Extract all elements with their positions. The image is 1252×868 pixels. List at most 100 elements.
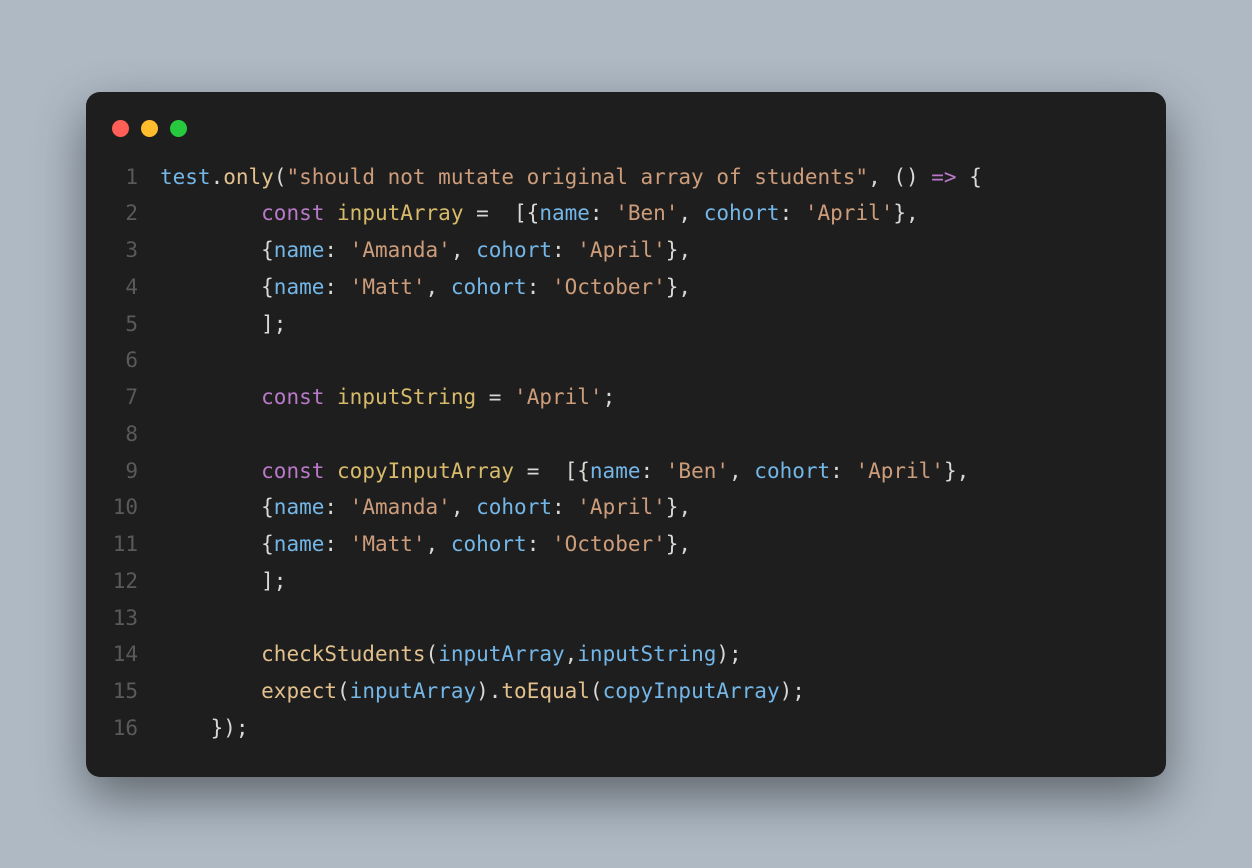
code-token: ( xyxy=(590,679,603,703)
code-token: , xyxy=(451,495,476,519)
code-line-content[interactable]: const inputString = 'April'; xyxy=(160,379,615,416)
code-token: cohort xyxy=(704,201,780,225)
code-token: . xyxy=(211,165,224,189)
code-line-content[interactable]: checkStudents(inputArray,inputString); xyxy=(160,636,742,673)
code-token: 'April' xyxy=(577,238,666,262)
minimize-icon[interactable] xyxy=(141,120,158,137)
code-token: , xyxy=(565,642,578,666)
line-number: 7 xyxy=(112,379,160,416)
code-token: const xyxy=(261,385,324,409)
line-number: 10 xyxy=(112,489,160,526)
code-line-content[interactable]: {name: 'Amanda', cohort: 'April'}, xyxy=(160,489,691,526)
code-line[interactable]: 1test.only("should not mutate original a… xyxy=(112,159,1140,196)
line-number: 4 xyxy=(112,269,160,306)
code-token: copyInputArray xyxy=(337,459,514,483)
line-number: 14 xyxy=(112,636,160,673)
code-token: }, xyxy=(666,238,691,262)
code-token: }, xyxy=(666,495,691,519)
code-token: }, xyxy=(666,275,691,299)
code-line-content[interactable]: }); xyxy=(160,710,249,747)
code-token: => xyxy=(931,165,956,189)
code-token: "should not mutate original array of stu… xyxy=(286,165,868,189)
code-line[interactable]: 16 }); xyxy=(112,710,1140,747)
line-number: 13 xyxy=(112,600,160,637)
code-token: : xyxy=(780,201,805,225)
code-token: checkStudents xyxy=(261,642,425,666)
code-token xyxy=(160,459,261,483)
code-token xyxy=(160,642,261,666)
maximize-icon[interactable] xyxy=(170,120,187,137)
code-token: : xyxy=(830,459,855,483)
code-line-content[interactable]: {name: 'Matt', cohort: 'October'}, xyxy=(160,269,691,306)
close-icon[interactable] xyxy=(112,120,129,137)
code-line[interactable]: 5 ]; xyxy=(112,306,1140,343)
code-token: cohort xyxy=(476,238,552,262)
code-token: : xyxy=(527,275,552,299)
code-token xyxy=(324,459,337,483)
line-number: 15 xyxy=(112,673,160,710)
code-token: 'April' xyxy=(855,459,944,483)
code-token: 'Matt' xyxy=(350,532,426,556)
code-token: 'Ben' xyxy=(666,459,729,483)
code-token: ); xyxy=(716,642,741,666)
code-line-content[interactable]: {name: 'Amanda', cohort: 'April'}, xyxy=(160,232,691,269)
code-token: { xyxy=(160,495,274,519)
code-token: ). xyxy=(476,679,501,703)
code-line[interactable]: 15 expect(inputArray).toEqual(copyInputA… xyxy=(112,673,1140,710)
code-editor[interactable]: 1test.only("should not mutate original a… xyxy=(86,159,1166,747)
code-token xyxy=(160,385,261,409)
code-token: , xyxy=(426,532,451,556)
line-number: 11 xyxy=(112,526,160,563)
code-token: name xyxy=(274,532,325,556)
code-line[interactable]: 13 xyxy=(112,600,1140,637)
code-line[interactable]: 4 {name: 'Matt', cohort: 'October'}, xyxy=(112,269,1140,306)
code-token: ); xyxy=(780,679,805,703)
code-line[interactable]: 8 xyxy=(112,416,1140,453)
code-token: }); xyxy=(160,716,249,740)
code-token: inputString xyxy=(337,385,476,409)
code-line[interactable]: 11 {name: 'Matt', cohort: 'October'}, xyxy=(112,526,1140,563)
line-number: 3 xyxy=(112,232,160,269)
code-token: 'Amanda' xyxy=(350,495,451,519)
code-token: ]; xyxy=(160,569,286,593)
code-token: 'Amanda' xyxy=(350,238,451,262)
code-line-content[interactable]: const copyInputArray = [{name: 'Ben', co… xyxy=(160,453,969,490)
code-token: expect xyxy=(261,679,337,703)
code-token: , xyxy=(451,238,476,262)
code-line[interactable]: 12 ]; xyxy=(112,563,1140,600)
code-token: : xyxy=(552,238,577,262)
code-token: , xyxy=(729,459,754,483)
code-token: name xyxy=(274,495,325,519)
code-token: 'April' xyxy=(805,201,894,225)
code-token: = [{ xyxy=(463,201,539,225)
code-token: 'Matt' xyxy=(350,275,426,299)
code-token: only xyxy=(223,165,274,189)
code-line[interactable]: 10 {name: 'Amanda', cohort: 'April'}, xyxy=(112,489,1140,526)
line-number: 9 xyxy=(112,453,160,490)
code-line[interactable]: 6 xyxy=(112,342,1140,379)
code-line-content[interactable]: ]; xyxy=(160,306,286,343)
code-line[interactable]: 2 const inputArray = [{name: 'Ben', coho… xyxy=(112,195,1140,232)
code-token: 'April' xyxy=(514,385,603,409)
code-line-content[interactable]: ]; xyxy=(160,563,286,600)
code-token: 'October' xyxy=(552,275,666,299)
code-token: name xyxy=(274,238,325,262)
code-line[interactable]: 14 checkStudents(inputArray,inputString)… xyxy=(112,636,1140,673)
code-line[interactable]: 3 {name: 'Amanda', cohort: 'April'}, xyxy=(112,232,1140,269)
code-token: : xyxy=(552,495,577,519)
code-line[interactable]: 9 const copyInputArray = [{name: 'Ben', … xyxy=(112,453,1140,490)
code-line-content[interactable]: const inputArray = [{name: 'Ben', cohort… xyxy=(160,195,919,232)
code-token: cohort xyxy=(754,459,830,483)
code-token: 'Ben' xyxy=(615,201,678,225)
code-token: : xyxy=(527,532,552,556)
code-token: name xyxy=(274,275,325,299)
code-line[interactable]: 7 const inputString = 'April'; xyxy=(112,379,1140,416)
line-number: 8 xyxy=(112,416,160,453)
code-line-content[interactable]: test.only("should not mutate original ar… xyxy=(160,159,982,196)
code-window: 1test.only("should not mutate original a… xyxy=(86,92,1166,777)
window-titlebar xyxy=(86,116,1166,159)
code-token xyxy=(324,201,337,225)
code-line-content[interactable]: {name: 'Matt', cohort: 'October'}, xyxy=(160,526,691,563)
code-line-content[interactable]: expect(inputArray).toEqual(copyInputArra… xyxy=(160,673,805,710)
code-token: }, xyxy=(944,459,969,483)
